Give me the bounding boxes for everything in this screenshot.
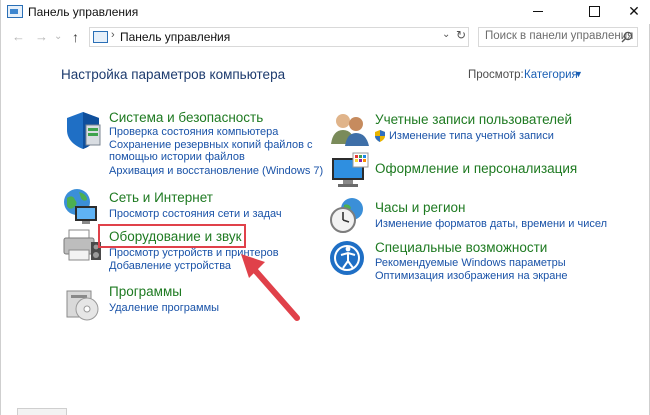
address-bar[interactable]: › Панель управления › ⌄ ↻ [89,27,469,47]
search-icon[interactable] [621,31,633,43]
shield-icon[interactable] [62,109,104,151]
printer-icon[interactable] [61,224,103,266]
category-title-accessibility[interactable]: Специальные возможности [375,240,547,255]
address-history-chevron-icon[interactable]: ⌄ [442,29,450,40]
annotation-arrow-icon [241,254,300,321]
link-optimize-display[interactable]: Оптимизация изображения на экране [375,270,568,283]
link-change-account-type[interactable]: Изменение типа учетной записи [389,130,554,143]
category-title-network[interactable]: Сеть и Интернет [109,190,213,205]
users-icon[interactable] [329,108,371,150]
accessibility-icon[interactable] [327,238,369,280]
category-title-programs[interactable]: Программы [109,284,182,299]
link-file-history-backup-cont[interactable]: помощью истории файлов [109,151,245,164]
category-title-system-security[interactable]: Система и безопасность [109,110,263,125]
up-arrow-icon[interactable]: ↑ [72,27,79,47]
category-title-clock-region[interactable]: Часы и регион [375,200,465,215]
back-arrow-icon[interactable]: ← [12,27,25,47]
view-by-dropdown[interactable]: Категория [524,69,578,81]
programs-icon[interactable] [61,283,103,325]
control-panel-icon [93,31,108,43]
category-title-user-accounts[interactable]: Учетные записи пользователей [375,112,572,127]
clock-globe-icon[interactable] [327,195,369,237]
recent-locations-chevron-icon[interactable]: ⌄ [54,27,62,47]
breadcrumb-chevron-icon[interactable]: › [214,29,218,41]
highlight-box [98,224,246,248]
minimize-button[interactable] [521,0,555,22]
title-bar: Панель управления ✕ [1,0,650,24]
network-globe-icon[interactable] [61,186,103,228]
link-change-date-formats[interactable]: Изменение форматов даты, времени и чисел [375,218,607,231]
navigation-bar: ← → ⌄ ↑ › Панель управления › ⌄ ↻ Поиск … [1,24,650,50]
link-check-computer-status[interactable]: Проверка состояния компьютера [109,126,278,139]
category-title-appearance[interactable]: Оформление и персонализация [375,161,577,176]
close-button[interactable]: ✕ [617,0,650,22]
window-title: Панель управления [28,5,139,19]
search-input[interactable]: Поиск в панели управления [478,27,638,47]
status-bar-stub [17,408,67,415]
page-title: Настройка параметров компьютера [61,67,286,82]
maximize-button[interactable] [577,0,611,22]
link-view-network-status[interactable]: Просмотр состояния сети и задач [109,208,282,221]
control-panel-window: Панель управления ✕ ← → ⌄ ↑ › Панель упр… [0,0,650,415]
forward-arrow-icon[interactable]: → [35,27,48,47]
view-by-caret-icon[interactable]: ▼ [574,69,583,79]
link-backup-restore-win7[interactable]: Архивация и восстановление (Windows 7) [109,165,323,178]
link-add-device[interactable]: Добавление устройства [109,260,231,273]
link-recommended-settings[interactable]: Рекомендуемые Windows параметры [375,257,566,270]
uac-shield-icon [375,130,385,142]
control-panel-icon [7,5,23,18]
monitor-palette-icon[interactable] [329,150,371,192]
breadcrumb-chevron-icon[interactable]: › [111,29,115,41]
search-placeholder: Поиск в панели управления [485,30,634,42]
refresh-icon[interactable]: ↻ [456,28,466,42]
view-by-label: Просмотр: [468,69,524,81]
link-uninstall-program[interactable]: Удаление программы [109,302,219,315]
